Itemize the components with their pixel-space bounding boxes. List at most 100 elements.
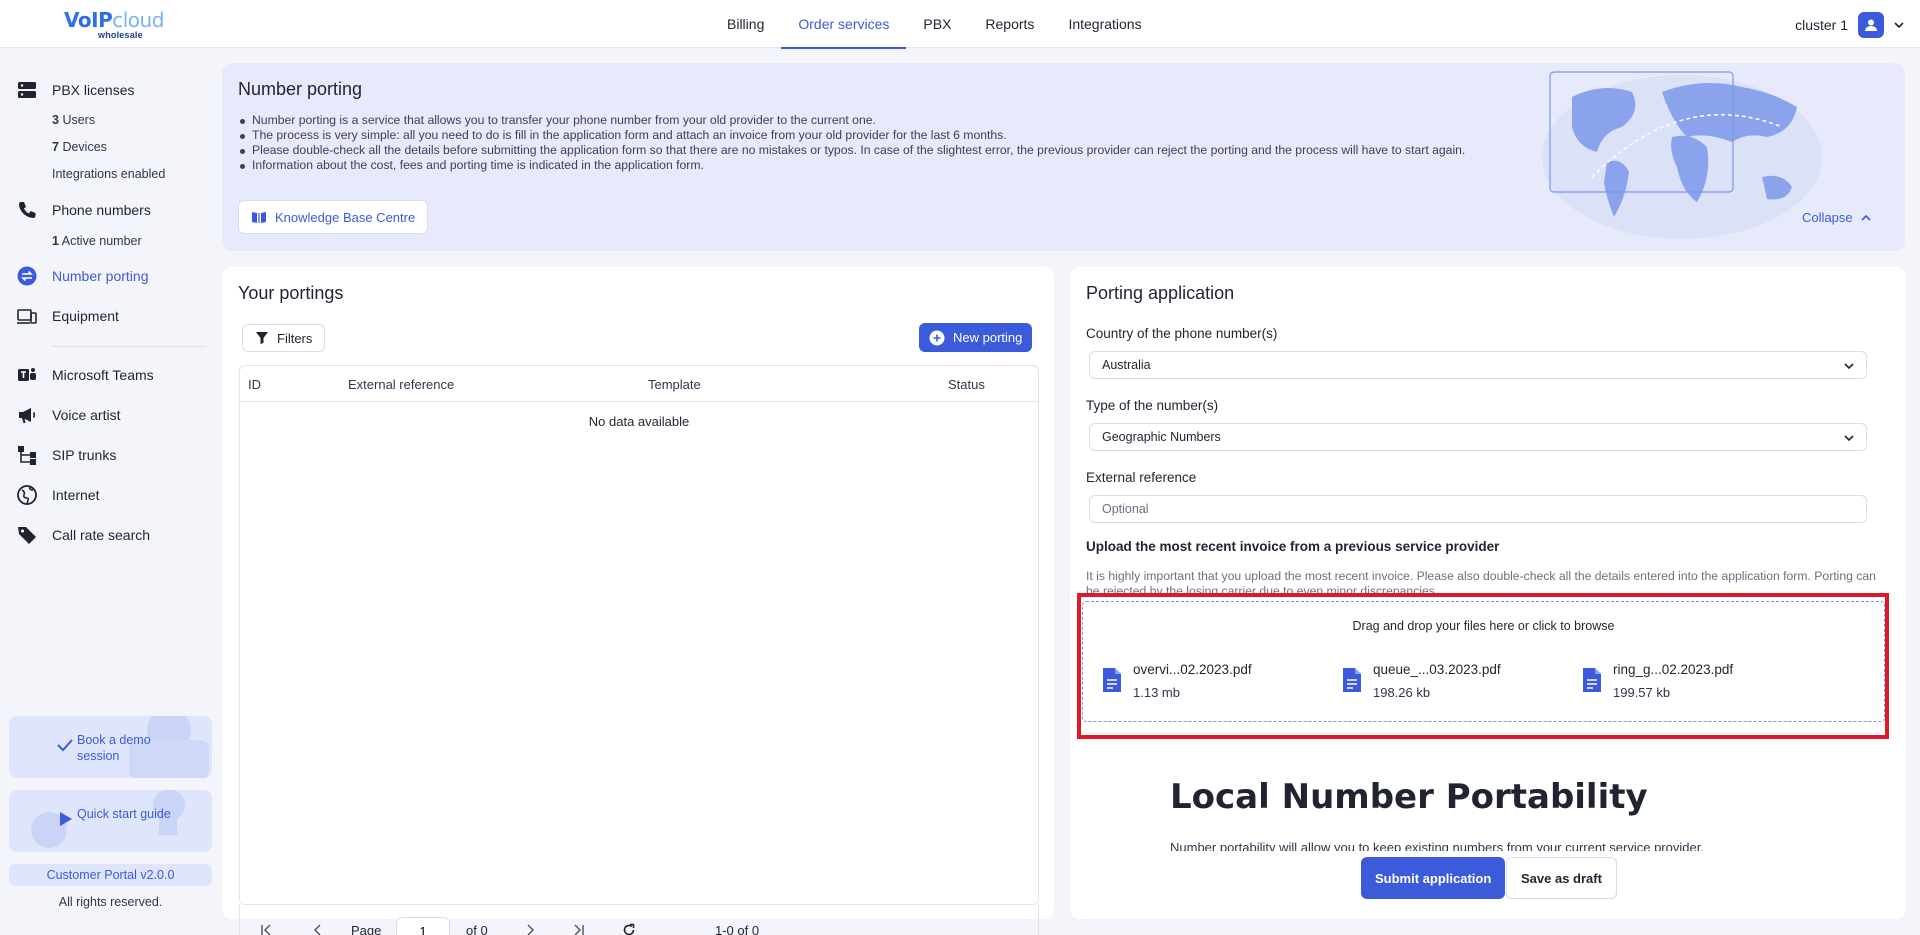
copyright-text: All rights reserved. (58, 895, 163, 909)
column-header-status[interactable]: Status (948, 377, 985, 392)
submit-application-button[interactable]: Submit application (1361, 857, 1506, 899)
quick-start-card[interactable]: Quick start guide (9, 790, 212, 852)
sidebar-item-sip-trunks[interactable]: SIP trunks (16, 444, 116, 466)
chevron-down-icon (1844, 435, 1854, 442)
country-select[interactable]: Australia (1089, 351, 1867, 379)
world-map-illustration (1542, 71, 1822, 239)
sidebar-item-microsoft-teams[interactable]: Microsoft Teams (16, 364, 154, 386)
teams-icon (18, 368, 36, 381)
range-label: 1-0 of 0 (715, 923, 760, 935)
sidebar-item-label: Call rate search (52, 527, 151, 543)
sidebar-item-label: Equipment (52, 308, 119, 324)
globe-icon (17, 485, 37, 505)
porting-icon (17, 266, 37, 286)
user-menu[interactable]: cluster 1 (1795, 12, 1904, 38)
info-list: Number porting is a service that allows … (238, 113, 1528, 173)
sidebar-item-label: Microsoft Teams (52, 367, 154, 383)
highlight-frame (1077, 593, 1889, 739)
page-label: Page (351, 923, 382, 935)
collapse-button[interactable]: Collapse (1802, 210, 1871, 225)
sidebar-item-number-porting[interactable]: Number porting (16, 265, 149, 287)
column-header-template[interactable]: Template (648, 377, 701, 392)
new-porting-button[interactable]: New porting (919, 323, 1033, 352)
save-draft-button[interactable]: Save as draft (1506, 857, 1617, 899)
column-header-external-reference[interactable]: External reference (348, 377, 454, 392)
page-input[interactable] (396, 917, 450, 935)
network-icon (18, 446, 36, 465)
sidebar-item-label: Number porting (52, 268, 149, 284)
knowledge-base-label: Knowledge Base Centre (275, 209, 416, 225)
type-label: Type of the number(s) (1086, 398, 1219, 413)
version-badge: Customer Portal v2.0.0 (9, 864, 212, 886)
sidebar-sub-users[interactable]: 3 Users (52, 113, 95, 127)
server-icon (18, 82, 36, 98)
sidebar-item-label: Voice artist (52, 407, 121, 423)
sidebar-item-label: SIP trunks (52, 447, 117, 463)
info-bullet: The process is very simple: all you need… (238, 128, 1528, 143)
nav-reports[interactable]: Reports (968, 0, 1051, 48)
sidebar-sub-integrations[interactable]: Integrations enabled (52, 167, 165, 181)
sidebar-item-voice-artist[interactable]: Voice artist (16, 404, 120, 426)
nav-integrations[interactable]: Integrations (1051, 0, 1158, 48)
book-icon (252, 212, 266, 223)
voipcloud-logo[interactable]: VoIPcloud wholesale (64, 8, 164, 42)
external-reference-input[interactable]: Optional (1089, 495, 1867, 523)
play-icon (60, 812, 72, 826)
country-value: Australia (1102, 358, 1151, 372)
megaphone-icon (19, 408, 36, 423)
sidebar-item-pbx-licenses[interactable]: PBX licenses (16, 79, 134, 101)
filter-icon (256, 332, 268, 344)
page-title: Number porting (238, 79, 363, 99)
upload-note: It is highly important that you upload t… (1086, 569, 1876, 593)
sidebar-item-label: PBX licenses (52, 82, 135, 98)
pagination: Page of 0 1-0 of 0 (239, 905, 1039, 935)
filters-button[interactable]: Filters (242, 324, 326, 352)
chevron-down-icon (1844, 363, 1854, 370)
nav-order-services[interactable]: Order services (781, 0, 907, 49)
top-bar: VoIPcloud wholesale Billing Order servic… (0, 0, 1920, 49)
filters-label: Filters (277, 330, 313, 346)
portings-card: Your portings Filters New porting ID Ext… (222, 267, 1054, 935)
quick-start-label: Quick start guide (77, 807, 171, 821)
external-reference-label: External reference (1086, 470, 1197, 485)
new-porting-label: New porting (953, 330, 1023, 345)
sidebar-item-call-rate-search[interactable]: Call rate search (16, 524, 150, 546)
type-value: Geographic Numbers (1102, 430, 1221, 444)
refresh-icon[interactable] (622, 923, 636, 935)
next-page-icon[interactable] (524, 924, 536, 935)
country-label: Country of the phone number(s) (1086, 326, 1278, 341)
check-icon (57, 739, 73, 752)
collapse-label: Collapse (1802, 210, 1853, 225)
column-header-id[interactable]: ID (248, 377, 261, 392)
sidebar-divider (52, 346, 206, 347)
user-icon (1865, 19, 1877, 31)
sidebar-sub-devices[interactable]: 7 Devices (52, 140, 107, 154)
first-page-icon[interactable] (260, 924, 272, 935)
sidebar-item-label: Internet (52, 487, 100, 503)
book-demo-card[interactable]: Book a demo session (9, 716, 212, 778)
nav-pbx[interactable]: PBX (906, 0, 968, 48)
avatar (1858, 12, 1884, 38)
info-bullet: Number porting is a service that allows … (238, 113, 1528, 128)
table-header: ID External reference Template Status (240, 366, 1038, 402)
application-title: Porting application (1086, 283, 1235, 303)
last-page-icon[interactable] (573, 924, 585, 935)
lnp-heading: Local Number Portability (1170, 777, 1648, 817)
application-card: Porting application Country of the phone… (1070, 267, 1906, 919)
info-bullet: Information about the cost, fees and por… (238, 158, 1528, 173)
info-bullet: Please double-check all the details befo… (238, 143, 1528, 158)
knowledge-base-button[interactable]: Knowledge Base Centre (238, 200, 429, 234)
tag-icon (18, 527, 36, 544)
nav-billing[interactable]: Billing (710, 0, 781, 48)
sidebar-item-equipment[interactable]: Equipment (16, 305, 119, 327)
main-nav: Billing Order services PBX Reports Integ… (710, 0, 1159, 49)
upload-title: Upload the most recent invoice from a pr… (1086, 539, 1500, 554)
sidebar-item-phone-numbers[interactable]: Phone numbers (16, 199, 151, 221)
user-name: cluster 1 (1795, 17, 1848, 33)
prev-page-icon[interactable] (312, 924, 324, 935)
type-select[interactable]: Geographic Numbers (1089, 423, 1867, 451)
sidebar-sub-active-number[interactable]: 1 Active number (52, 234, 142, 248)
sidebar-item-internet[interactable]: Internet (16, 484, 99, 506)
book-demo-label: Book a demo session (77, 733, 151, 763)
portings-table: ID External reference Template Status No… (239, 365, 1039, 905)
